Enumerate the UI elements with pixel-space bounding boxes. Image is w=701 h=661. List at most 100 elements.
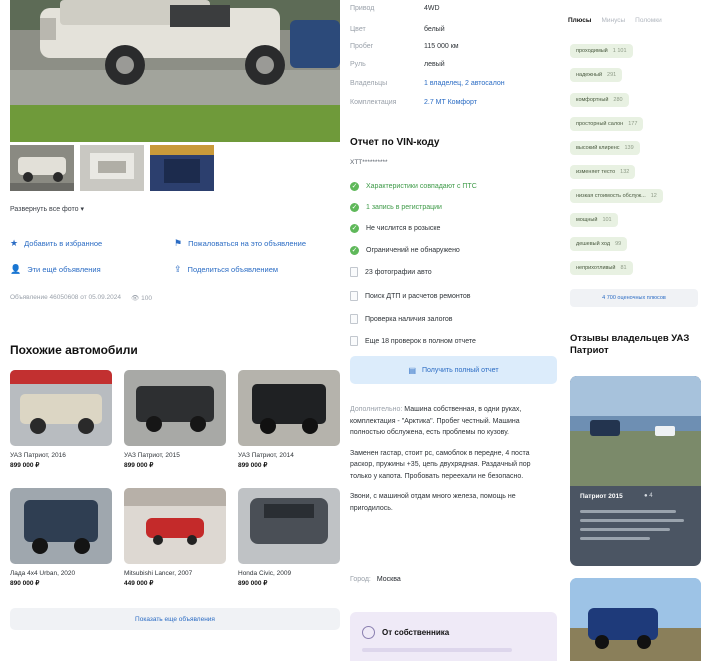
pros-chip[interactable]: просторный салон 177 xyxy=(570,117,644,131)
chip-label: проходимый xyxy=(576,48,608,54)
review-text-line xyxy=(580,528,670,531)
favorites-label: Добавить в избранное xyxy=(24,239,103,248)
posted-date: Объявление 46050608 от 05.09.2024 xyxy=(10,294,122,301)
complain-button[interactable]: ⚑ Пожаловаться на это объявление xyxy=(174,238,306,249)
show-more-ads-button[interactable]: Показать еще объявления xyxy=(10,608,340,630)
owners-link[interactable]: 1 владелец, 2 автосалон xyxy=(424,80,505,87)
trim-link[interactable]: 2.7 MT Комфорт xyxy=(424,99,477,106)
similar-car-card[interactable]: Лада 4x4 Urban, 2020 890 000 ₽ xyxy=(10,488,112,587)
spec-key: Руль xyxy=(350,61,366,68)
check-icon: ✓ xyxy=(350,224,359,233)
check-text: Проверка наличия залогов xyxy=(365,315,453,323)
chip-count: 99 xyxy=(615,241,622,247)
car-name: Mitsubishi Lancer, 2007 xyxy=(124,570,193,577)
car-price: 890 000 ₽ xyxy=(238,580,268,587)
document-icon xyxy=(350,267,358,277)
pros-chip[interactable]: дешевый ход 99 xyxy=(570,237,628,251)
spec-value: левый xyxy=(424,61,445,68)
pros-chip[interactable]: низкая стоимость обслуж... 12 xyxy=(570,189,663,203)
spec-key: Комплектация xyxy=(350,99,397,106)
owner-reviews-title: Отзывы владельцев УАЗ Патриот xyxy=(570,333,690,356)
similar-car-card[interactable]: УАЗ Патриот, 2015 899 000 ₽ xyxy=(124,370,226,469)
similar-car-card[interactable]: Mitsubishi Lancer, 2007 449 000 ₽ xyxy=(124,488,226,587)
report-button-label: Получить полный отчет xyxy=(422,366,499,374)
spec-value: 4WD xyxy=(424,5,440,12)
vin-check-item: ✓ Не числится в розыске xyxy=(350,224,440,233)
review-score: ● 4 xyxy=(644,493,653,499)
car-price: 899 000 ₽ xyxy=(238,462,268,469)
check-text: 23 фотографии авто xyxy=(365,268,432,276)
chip-label: просторный салон xyxy=(576,121,624,127)
share-button[interactable]: ⇪ Поделиться объявлением xyxy=(174,264,278,275)
pros-chip[interactable]: неприхотливый 81 xyxy=(570,261,633,275)
check-text: 1 запись в регистрации xyxy=(366,204,442,211)
chip-label: низкая стоимость обслуж... xyxy=(576,193,646,199)
main-photo[interactable] xyxy=(10,0,340,142)
car-image xyxy=(124,370,226,446)
pros-chip[interactable]: высокий клиренс 139 xyxy=(570,141,640,155)
description-paragraph: Дополнительно: Машина собственная, в одн… xyxy=(350,404,550,439)
vin-check-item: Поиск ДТП и расчетов ремонтов xyxy=(350,291,471,301)
chip-count: 101 xyxy=(602,217,612,223)
tab-breakdowns[interactable]: Поломки xyxy=(635,17,662,24)
pros-chip[interactable]: мощный 101 xyxy=(570,213,618,227)
spec-row: Владельцы 1 владелец, 2 автосалон xyxy=(350,80,505,87)
owner-icon xyxy=(362,626,375,639)
spec-row: Привод 4WD xyxy=(350,5,440,12)
tab-pros[interactable]: Плюсы xyxy=(568,17,591,24)
pros-chip[interactable]: изменяет тесто 132 xyxy=(570,165,636,179)
spec-row: Цвет белый xyxy=(350,26,445,33)
city-row: Город: Москва xyxy=(350,576,401,583)
similar-car-card[interactable]: Honda Civic, 2009 890 000 ₽ xyxy=(238,488,340,587)
review-card[interactable]: Патриот 2015 ● 4 xyxy=(570,376,701,566)
review-text-line xyxy=(580,510,676,513)
chip-count: 139 xyxy=(624,145,634,151)
chip-count: 280 xyxy=(613,97,623,103)
car-photo xyxy=(10,0,340,142)
spec-value: 115 000 км xyxy=(424,43,459,50)
owner-info-card: От собственника xyxy=(350,612,557,661)
similar-car-card[interactable]: УАЗ Патриот, 2016 899 000 ₽ xyxy=(10,370,112,469)
description-paragraph: Звони, с машиной отдам много железа, пом… xyxy=(350,493,516,512)
show-all-label: Развернуть все фото xyxy=(10,206,79,213)
review-card[interactable] xyxy=(570,578,701,661)
show-all-photos-link[interactable]: Развернуть все фото ▾ xyxy=(10,205,84,213)
tab-cons[interactable]: Минусы xyxy=(601,17,625,24)
user-icon: ● xyxy=(644,493,648,499)
spec-key: Привод xyxy=(350,5,375,12)
thumbnail[interactable] xyxy=(80,145,144,191)
chip-count: 1 101 xyxy=(612,48,627,54)
photo-thumbnails xyxy=(10,145,214,191)
pros-cons-tabs: Плюсы Минусы Поломки xyxy=(568,17,662,24)
check-text: Ограничений не обнаружено xyxy=(366,247,460,254)
pros-chip[interactable]: проходимый 1 101 xyxy=(570,44,633,58)
check-icon: ✓ xyxy=(350,182,359,191)
review-photo xyxy=(570,376,701,486)
spec-key: Пробег xyxy=(350,43,374,50)
seller-ads-link[interactable]: 👤 Эти ещё объявления xyxy=(10,264,101,275)
get-full-report-button[interactable]: ▤ Получить полный отчет xyxy=(350,356,557,384)
check-icon: ✓ xyxy=(350,203,359,212)
chip-label: изменяет тесто xyxy=(576,169,616,175)
check-text: Поиск ДТП и расчетов ремонтов xyxy=(365,292,471,300)
pros-chip[interactable]: комфортный 280 xyxy=(570,93,629,107)
add-to-favorites-button[interactable]: ★ Добавить в избранное xyxy=(10,238,102,249)
more-pros-button[interactable]: 4 700 оценочных плюсов xyxy=(570,289,698,307)
car-image xyxy=(10,488,112,564)
vin-check-item: ✓ Характеристики совпадают с ПТС xyxy=(350,182,477,191)
user-icon: 👤 xyxy=(10,264,22,274)
city-value: Москва xyxy=(376,576,401,583)
similar-cars-title: Похожие автомобили xyxy=(10,343,138,357)
complain-label: Пожаловаться на это объявление xyxy=(188,239,307,248)
views-count: 100 xyxy=(141,295,152,302)
description: Дополнительно: Машина собственная, в одн… xyxy=(350,404,550,523)
chip-count: 81 xyxy=(620,265,627,271)
pros-chip[interactable]: надежный 291 xyxy=(570,68,623,82)
thumbnail[interactable] xyxy=(150,145,214,191)
car-price: 449 000 ₽ xyxy=(124,580,154,587)
similar-car-card[interactable]: УАЗ Патриот, 2014 899 000 ₽ xyxy=(238,370,340,469)
chip-label: неприхотливый xyxy=(576,265,616,271)
car-image xyxy=(10,370,112,446)
thumbnail[interactable] xyxy=(10,145,74,191)
check-text: Не числится в розыске xyxy=(366,225,441,232)
